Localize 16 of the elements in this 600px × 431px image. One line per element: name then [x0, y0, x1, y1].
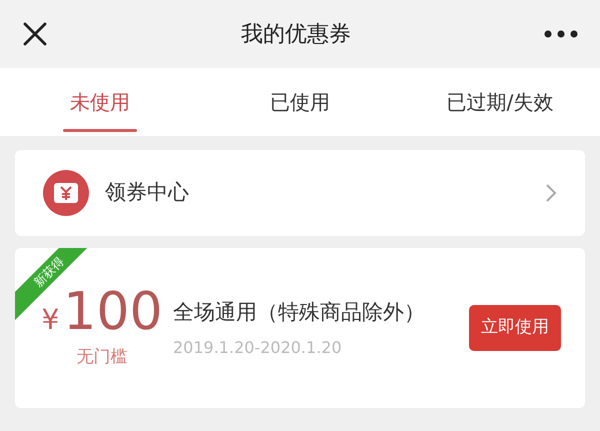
currency-sign: ¥: [41, 302, 60, 338]
coupon-center-link[interactable]: 领券中心: [15, 150, 585, 236]
close-icon[interactable]: [22, 21, 48, 47]
more-icon[interactable]: [544, 30, 578, 38]
tab[interactable]: 已过期/失效: [400, 68, 600, 136]
chevron-right-icon: [545, 183, 557, 203]
coupon-icon: [43, 170, 89, 216]
tab[interactable]: 已使用: [200, 68, 400, 136]
coupon-title: 全场通用（特殊商品除外）: [173, 298, 426, 326]
coupon-validity: 2019.1.20-2020.1.20: [173, 337, 343, 360]
tab[interactable]: 未使用: [0, 68, 200, 136]
coupon-amount: 100: [63, 286, 163, 338]
use-now-button[interactable]: 立即使用: [469, 305, 561, 351]
coupon-condition: 无门槛: [76, 346, 128, 369]
coupon-center-label: 领券中心: [105, 179, 189, 206]
page-title: 我的优惠券: [241, 20, 351, 48]
